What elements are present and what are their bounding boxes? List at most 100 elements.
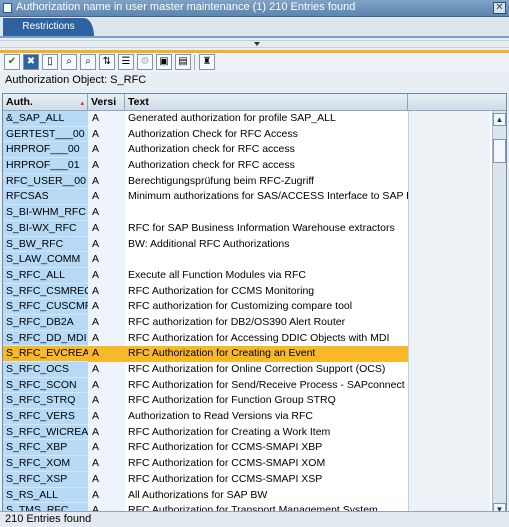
cell-version: A: [88, 314, 125, 331]
table-row[interactable]: RFCSAS A Minimum authorizations for SAS/AC…: [3, 189, 506, 206]
table-row[interactable]: S_RFC_EVCREA A RFC Authorization for Creat…: [3, 346, 506, 362]
cell-text: RFC Authorization for CCMS-SMAPI XBP: [125, 440, 408, 457]
cell-text: RFC Authorization for Creating an Event: [125, 346, 408, 362]
tab-restrictions[interactable]: Restrictions: [3, 18, 94, 36]
cell-auth: S_BI-WX_RFC: [3, 220, 88, 237]
sort-marker-icon: ▴: [80, 100, 84, 107]
find-icon[interactable]: ⌕: [61, 54, 77, 70]
table-row[interactable]: RFC_USER__00 A Berechtigungsprüfung beim R…: [3, 173, 506, 190]
cell-auth: S_RFC_DB2A: [3, 314, 88, 331]
cell-version: A: [88, 409, 125, 425]
scroll-up-icon[interactable]: ▲: [493, 113, 506, 126]
table-row[interactable]: HRPROF___01 A Authorization check for RFC …: [3, 158, 506, 174]
cell-text: Berechtigungsprüfung beim RFC-Zugriff: [125, 173, 408, 190]
authorization-object-label: Authorization Object: S_RFC: [5, 74, 147, 86]
cell-auth: S_RFC_DD_MDI: [3, 330, 88, 347]
table-row[interactable]: S_BW_RFC A BW: Additional RFC Authorizatio…: [3, 236, 506, 253]
tab-strip: Restrictions: [0, 17, 509, 37]
cell-version: A: [88, 236, 125, 253]
cell-text: RFC Authorization for Creating a Work It…: [125, 424, 408, 441]
cell-version: A: [88, 377, 125, 394]
cell-version: A: [88, 393, 125, 410]
table-row[interactable]: S_BI-WHM_RFC A: [3, 205, 506, 221]
table-row[interactable]: S_RFC_XOM A RFC Authorization for CCMS-SMA…: [3, 456, 506, 472]
table-row[interactable]: S_RFC_VERS A Authorization to Read Version…: [3, 409, 506, 425]
table-row[interactable]: S_RFC_ALL A Execute all Function Modules v…: [3, 267, 506, 284]
window-title: Authorization name in user master mainte…: [16, 1, 356, 13]
toolbar-separator: [194, 55, 195, 70]
results-table: Auth. ▴ Versi Text &_SAP_ALL A Generated au…: [2, 93, 507, 525]
cell-text: Authorization Check for RFC Access: [125, 126, 408, 143]
find-next-icon[interactable]: ⌕: [80, 54, 96, 70]
table-row[interactable]: GERTEST___00 A Authorization Check for RFC…: [3, 126, 506, 143]
cell-version: A: [88, 346, 125, 362]
cell-version: A: [88, 330, 125, 347]
table-row[interactable]: S_RS_ALL A All Authorizations for SAP BW: [3, 487, 506, 504]
tab-underline: [0, 36, 509, 38]
cancel-icon[interactable]: ✖: [23, 54, 39, 70]
cell-auth: S_RFC_XOM: [3, 456, 88, 472]
cell-text: Authorization check for RFC access: [125, 142, 408, 159]
table-row[interactable]: S_RFC_WICREA A RFC Authorization for Creat…: [3, 424, 506, 441]
table-row[interactable]: S_RFC_DB2A A RFC authorization for DB2/OS3…: [3, 314, 506, 331]
table-row[interactable]: S_BI-WX_RFC A RFC for SAP Business Informa…: [3, 220, 506, 237]
cell-text: Authorization to Read Versions via RFC: [125, 409, 408, 425]
window-titlebar: Authorization name in user master mainte…: [0, 0, 509, 17]
cell-auth: S_RFC_SCON: [3, 377, 88, 394]
table-row[interactable]: S_RFC_CSMREG A RFC Authorization for CCMS …: [3, 283, 506, 300]
vertical-scrollbar[interactable]: ▲ ▼: [492, 111, 506, 520]
cell-version: A: [88, 173, 125, 190]
table-row[interactable]: S_RFC_DD_MDI A RFC Authorization for Acces…: [3, 330, 506, 347]
column-header-version[interactable]: Versi: [88, 94, 125, 110]
cell-text: Authorization check for RFC access: [125, 158, 408, 174]
print-icon[interactable]: ▤: [175, 54, 191, 70]
cell-auth: RFCSAS: [3, 189, 88, 206]
cell-auth: &_SAP_ALL: [3, 111, 88, 127]
window-icon: [3, 3, 12, 13]
cell-auth: GERTEST___00: [3, 126, 88, 143]
cell-version: A: [88, 111, 125, 127]
column-header-text[interactable]: Text: [125, 94, 408, 110]
cell-text: RFC authorization for Customizing compar…: [125, 299, 408, 315]
table-body: &_SAP_ALL A Generated authorization for pr…: [3, 111, 506, 519]
cell-auth: S_BW_RFC: [3, 236, 88, 253]
cell-version: A: [88, 362, 125, 378]
cell-auth: S_RFC_WICREA: [3, 424, 88, 441]
table-row[interactable]: S_RFC_OCS A RFC Authorization for Online C…: [3, 362, 506, 378]
cell-auth: S_RFC_CUSCMP: [3, 299, 88, 315]
cell-text: Execute all Function Modules via RFC: [125, 267, 408, 284]
table-row[interactable]: S_RFC_SCON A RFC Authorization for Send/Re…: [3, 377, 506, 394]
table-row[interactable]: S_RFC_XBP A RFC Authorization for CCMS-SMA…: [3, 440, 506, 457]
table-row[interactable]: S_RFC_XSP A RFC Authorization for CCMS-SMA…: [3, 471, 506, 488]
cell-auth: S_RFC_OCS: [3, 362, 88, 378]
select-icon[interactable]: ☰: [118, 54, 134, 70]
cell-auth: S_RFC_EVCREA: [3, 346, 88, 362]
table-row[interactable]: &_SAP_ALL A Generated authorization for pr…: [3, 111, 506, 127]
sort-icon[interactable]: ⇅: [99, 54, 115, 70]
cell-auth: S_RFC_XSP: [3, 471, 88, 488]
new-entries-icon[interactable]: ▯: [42, 54, 58, 70]
column-header-auth[interactable]: Auth. ▴: [3, 94, 88, 110]
close-icon[interactable]: ✕: [493, 2, 506, 14]
information-icon[interactable]: ♜: [199, 54, 215, 70]
collapse-sash[interactable]: [0, 40, 509, 48]
cell-version: A: [88, 299, 125, 315]
table-row[interactable]: S_RFC_CUSCMP A RFC authorization for Custo…: [3, 299, 506, 315]
check-icon[interactable]: ✔: [4, 54, 20, 70]
cell-version: A: [88, 456, 125, 472]
cell-version: A: [88, 424, 125, 441]
cell-text: RFC Authorization for CCMS-SMAPI XSP: [125, 471, 408, 488]
toolbar: ✔ ✖ ▯ ⌕ ⌕ ⇅ ☰ ⚙ ▣ ▤ ♜: [0, 53, 509, 72]
table-row[interactable]: HRPROF___00 A Authorization check for RFC …: [3, 142, 506, 159]
cell-text: [125, 205, 408, 221]
scrollbar-thumb[interactable]: [493, 139, 506, 163]
cell-auth: S_RFC_XBP: [3, 440, 88, 457]
cell-version: A: [88, 126, 125, 143]
save-local-icon[interactable]: ▣: [156, 54, 172, 70]
collapse-arrow-icon[interactable]: [254, 42, 260, 46]
cell-text: All Authorizations for SAP BW: [125, 487, 408, 504]
cell-text: RFC Authorization for Send/Receive Proce…: [125, 377, 408, 394]
table-row[interactable]: S_LAW_COMM A: [3, 252, 506, 268]
table-row[interactable]: S_RFC_STRQ A RFC Authorization for Functio…: [3, 393, 506, 410]
cell-text: [125, 252, 408, 268]
